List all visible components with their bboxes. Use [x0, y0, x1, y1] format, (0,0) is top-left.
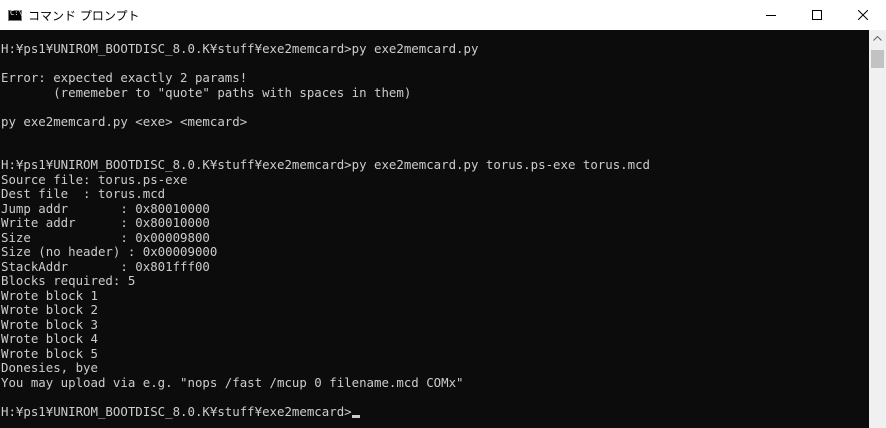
- console-line: Size (no header) : 0x00009000: [1, 244, 218, 259]
- scroll-up-button[interactable]: [869, 30, 886, 47]
- console-line: StackAddr : 0x801fff00: [1, 258, 210, 274]
- console-line: Error: expected exactly 2 params!: [1, 70, 248, 85]
- scrollbar-thumb[interactable]: [871, 50, 884, 68]
- console-line: Wrote block 3: [1, 316, 98, 332]
- console-output[interactable]: H:¥ps1¥UNIROM_BOOTDISC_8.0.K¥stuff¥exe2m…: [0, 30, 869, 428]
- prompt-line: H:¥ps1¥UNIROM_BOOTDISC_8.0.K¥stuff¥exe2m…: [1, 403, 360, 420]
- minimize-icon: [766, 15, 776, 16]
- chevron-up-icon: [873, 36, 882, 41]
- title-bar[interactable]: コマンド プロンプト: [0, 0, 886, 30]
- command-prompt-window: コマンド プロンプト H:¥ps1¥UNIROM_BOOTDISC_8.0.K¥…: [0, 0, 886, 428]
- console-line: Wrote block 5: [1, 345, 98, 361]
- console-line: Blocks required: 5: [1, 273, 136, 288]
- console-line: Jump addr : 0x80010000: [1, 200, 210, 216]
- text-cursor: [351, 415, 360, 418]
- window-title: コマンド プロンプト: [28, 8, 140, 23]
- console-line: H:¥ps1¥UNIROM_BOOTDISC_8.0.K¥stuff¥exe2m…: [1, 41, 479, 56]
- vertical-scrollbar[interactable]: [869, 30, 886, 428]
- console-line: (rememeber to "quote" paths with spaces …: [1, 84, 412, 100]
- minimize-button[interactable]: [748, 0, 794, 30]
- console-line: Source file: torus.ps-exe: [1, 171, 188, 187]
- cmd-icon[interactable]: [8, 9, 23, 21]
- close-icon: [858, 10, 868, 20]
- console-line: Wrote block 1: [1, 287, 98, 303]
- console-line: Donesies, bye: [1, 360, 98, 375]
- maximize-button[interactable]: [794, 0, 840, 30]
- maximize-icon: [812, 10, 822, 20]
- close-button[interactable]: [840, 0, 886, 30]
- console-line: H:¥ps1¥UNIROM_BOOTDISC_8.0.K¥stuff¥exe2m…: [1, 157, 651, 172]
- console-line: py exe2memcard.py <exe> <memcard>: [1, 113, 248, 129]
- prompt-text: H:¥ps1¥UNIROM_BOOTDISC_8.0.K¥stuff¥exe2m…: [1, 403, 352, 419]
- console-line: Wrote block 4: [1, 331, 98, 346]
- window-controls: [748, 0, 886, 30]
- console-line: Size : 0x00009800: [1, 229, 210, 245]
- console-line: Write addr : 0x80010000: [1, 215, 210, 230]
- console-line: Dest file : torus.mcd: [1, 186, 166, 201]
- console-line: Wrote block 2: [1, 302, 98, 317]
- console-line: You may upload via e.g. "nops /fast /mcu…: [1, 374, 464, 390]
